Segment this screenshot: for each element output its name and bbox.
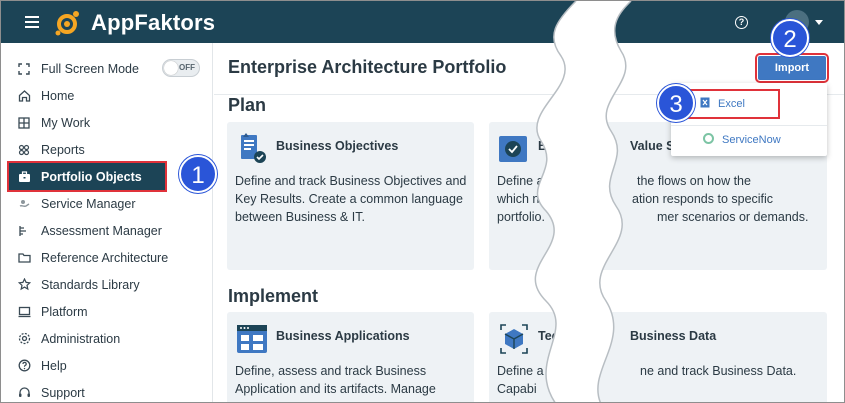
toggle-state: OFF <box>179 63 195 72</box>
toggle-knob <box>164 61 178 75</box>
monitor-icon <box>17 305 31 319</box>
sidebar-item-label: Standards Library <box>41 277 140 292</box>
menu-item-label: Excel <box>718 98 745 110</box>
sidebar-item-service-manager[interactable]: Service Manager <box>1 190 213 217</box>
screenshot-frame: AppFaktors ? Full Screen Mode OFF Home M <box>0 0 845 403</box>
sidebar-item-label: Service Manager <box>41 196 136 211</box>
card-title: Business Applications <box>276 329 410 343</box>
service-icon <box>17 197 31 211</box>
page-title: Enterprise Architecture Portfolio <box>228 57 507 77</box>
assessment-icon <box>17 224 31 238</box>
card-technology[interactable]: Tec Business Data Define a ne and track B… <box>489 312 827 402</box>
import-dropdown-menu: Excel ServiceNow <box>671 83 827 156</box>
sidebar-item-label: Assessment Manager <box>41 223 162 238</box>
sidebar-item-label: Reports <box>41 142 85 157</box>
menu-divider <box>671 125 827 126</box>
desc-fragment: Define and t <box>497 174 565 188</box>
excel-icon <box>700 97 710 111</box>
card-title: Business Objectives <box>276 139 399 153</box>
servicenow-icon <box>703 133 714 147</box>
help-icon[interactable]: ? <box>735 16 748 29</box>
import-button[interactable]: Import <box>755 53 829 83</box>
top-bar: AppFaktors ? <box>1 1 844 43</box>
fullscreen-icon <box>17 62 31 76</box>
sidebar-item-label: Support <box>41 385 85 400</box>
card-description: Define a ne and track Business Data. Capa… <box>497 362 817 398</box>
help-icon <box>17 359 31 373</box>
star-icon <box>17 278 31 292</box>
sidebar-item-label: My Work <box>41 115 91 130</box>
desc-fragment: Capabi <box>497 382 537 396</box>
desc-fragment: which need <box>497 192 561 206</box>
card-business-objectives[interactable]: Business Objectives Define and track Bus… <box>227 122 474 270</box>
full-screen-toggle[interactable]: OFF <box>162 59 200 77</box>
sidebar: Full Screen Mode OFF Home My Work Report… <box>1 43 213 402</box>
folder-icon <box>17 251 31 265</box>
business-objectives-icon <box>241 133 266 163</box>
sidebar-item-home[interactable]: Home <box>1 82 213 109</box>
main-content: Enterprise Architecture Portfolio Plan B… <box>214 43 844 402</box>
desc-fragment: Define a <box>497 364 544 378</box>
sidebar-item-label: Platform <box>41 304 88 319</box>
sidebar-item-label: Reference Architecture <box>41 250 169 265</box>
import-servicenow-option[interactable]: ServiceNow <box>671 127 827 153</box>
hamburger-menu-icon[interactable] <box>25 16 39 28</box>
sidebar-item-assessment-manager[interactable]: Assessment Manager <box>1 217 213 244</box>
card-description: Define, assess and track Business Applic… <box>235 364 436 396</box>
gear-icon <box>17 332 31 346</box>
callout-3: 3 <box>657 84 695 122</box>
sidebar-item-label: Full Screen Mode <box>41 61 139 76</box>
card-title-fragment: Business Data <box>630 329 717 343</box>
sidebar-item-reports[interactable]: Reports <box>1 136 213 163</box>
card-description: Define and track Business Objectives and… <box>235 174 467 224</box>
sidebar-item-label: Portfolio Objects <box>41 169 142 184</box>
callout-1: 1 <box>179 155 217 193</box>
menu-item-label: ServiceNow <box>722 134 781 146</box>
sidebar-item-my-work[interactable]: My Work <box>1 109 213 136</box>
sidebar-item-platform[interactable]: Platform <box>1 298 213 325</box>
chevron-down-icon[interactable] <box>815 20 823 25</box>
sidebar-item-portfolio-objects[interactable]: Portfolio Objects <box>7 161 167 192</box>
desc-fragment: ne and track Business Data. <box>640 364 797 378</box>
headset-icon <box>17 386 31 400</box>
reports-icon <box>17 143 31 157</box>
sidebar-item-support[interactable]: Support <box>1 379 213 402</box>
desc-fragment: mer scenarios or demands. <box>657 210 809 224</box>
desc-fragment: ation responds to specific <box>632 192 774 206</box>
card-business-applications[interactable]: Business Applications Define, assess and… <box>227 312 474 402</box>
home-icon <box>17 89 31 103</box>
brand-name[interactable]: AppFaktors <box>91 10 215 36</box>
card-description: Define and t the flows on how the which n… <box>497 172 817 226</box>
sidebar-item-help[interactable]: Help <box>1 352 213 379</box>
grid-icon <box>17 116 31 130</box>
desc-fragment: portfolio. <box>497 210 545 224</box>
sidebar-item-standards-library[interactable]: Standards Library <box>1 271 213 298</box>
desc-fragment: the flows on how the <box>637 174 751 188</box>
card-title-fragment: Value S <box>630 139 675 153</box>
sidebar-item-label: Administration <box>41 331 121 346</box>
technology-cube-icon <box>500 324 528 354</box>
import-excel-option[interactable]: Excel <box>684 89 780 119</box>
sidebar-item-reference-architecture[interactable]: Reference Architecture <box>1 244 213 271</box>
callout-2: 2 <box>771 19 809 57</box>
sidebar-item-label: Help <box>41 358 67 373</box>
business-capabilities-icon <box>499 136 527 162</box>
card-title: Tec <box>538 329 559 343</box>
sidebar-item-label: Home <box>41 88 75 103</box>
appfaktors-logo-icon <box>55 11 79 36</box>
card-title: Bu <box>538 139 555 153</box>
business-applications-icon <box>237 325 267 353</box>
section-title-implement: Implement <box>228 286 319 306</box>
briefcase-icon <box>17 170 31 184</box>
section-title-plan: Plan <box>228 95 267 115</box>
sidebar-item-administration[interactable]: Administration <box>1 325 213 352</box>
